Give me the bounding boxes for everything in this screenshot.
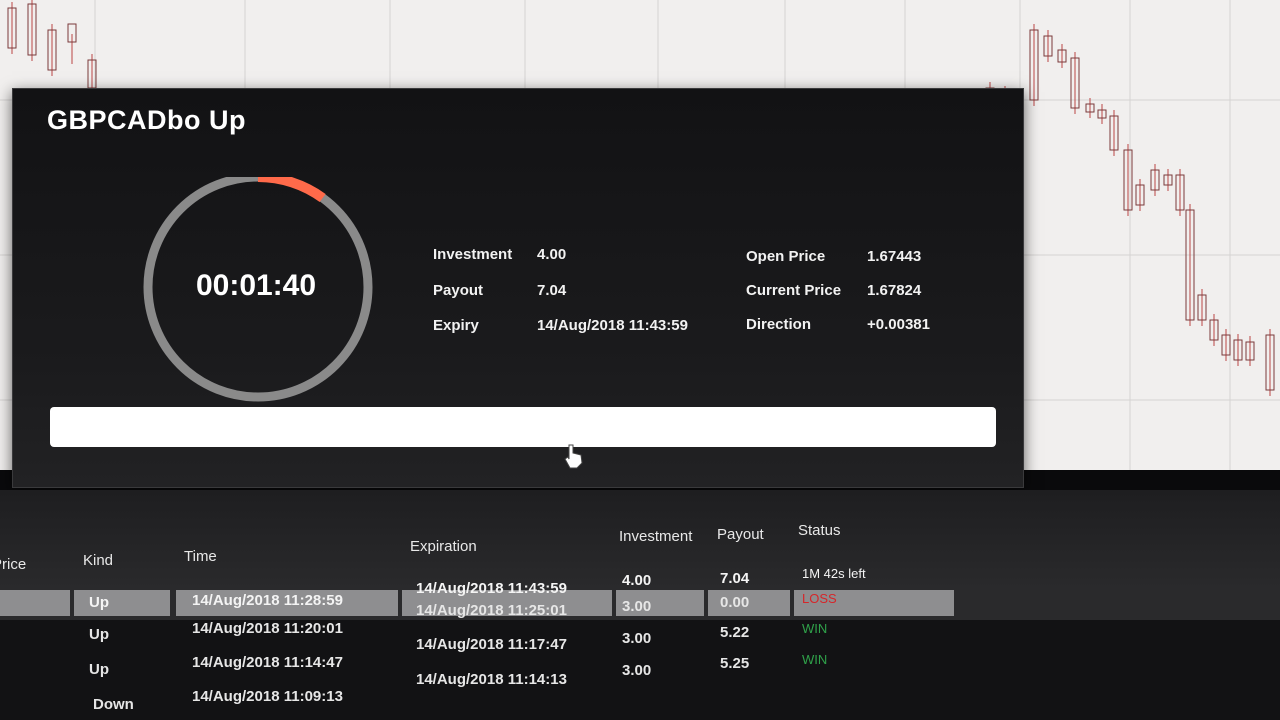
hand-cursor-icon xyxy=(564,444,583,469)
payout-value: 7.04 xyxy=(537,282,567,299)
countdown-timer: 00:01:40 xyxy=(195,269,317,302)
header-expiration[interactable]: Expiration xyxy=(410,538,477,555)
row-time: 14/Aug/2018 11:14:47 xyxy=(192,654,343,671)
investment-label: Investment xyxy=(433,246,513,263)
popup-title: GBPCADbo Up xyxy=(47,105,246,135)
row-status: WIN xyxy=(802,621,828,636)
trades-table: Price Kind Time Expiration Investment Pa… xyxy=(0,490,1280,720)
row-time: 14/Aug/2018 11:20:01 xyxy=(192,620,343,637)
row-expiration: 14/Aug/2018 11:17:47 xyxy=(416,636,567,653)
row-expiration: 14/Aug/2018 11:43:59 xyxy=(416,580,567,597)
header-price[interactable]: Price xyxy=(0,556,26,573)
direction-value: +0.00381 xyxy=(867,316,930,333)
popup-action-bar[interactable] xyxy=(50,407,996,447)
row-status: LOSS xyxy=(802,591,837,606)
row-investment: 3.00 xyxy=(622,598,652,615)
header-time[interactable]: Time xyxy=(184,548,217,565)
row-expiration: 14/Aug/2018 11:25:01 xyxy=(416,602,567,619)
row-expiration: 14/Aug/2018 11:14:13 xyxy=(416,671,567,688)
row-payout: 7.04 xyxy=(720,570,750,587)
row-kind: Up xyxy=(89,626,109,643)
investment-value: 4.00 xyxy=(537,246,567,263)
row-status: WIN xyxy=(802,652,828,667)
row-time: 14/Aug/2018 11:09:13 xyxy=(192,688,343,705)
row-kind: Down xyxy=(93,696,134,713)
open-price-label: Open Price xyxy=(746,248,826,265)
row-payout: 5.22 xyxy=(720,624,750,641)
row-payout: 5.25 xyxy=(720,655,750,672)
row-investment: 3.00 xyxy=(622,630,652,647)
row-investment: 4.00 xyxy=(622,572,652,589)
current-price-label: Current Price xyxy=(746,282,842,299)
trade-popup: GBPCADbo Up 00:01:40 Investment 4.00 Pay… xyxy=(12,88,1024,488)
payout-label: Payout xyxy=(433,282,484,299)
row-kind: Up xyxy=(89,661,109,678)
countdown-ring-progress xyxy=(257,177,326,203)
row-status: 1M 42s left xyxy=(802,566,866,581)
header-payout[interactable]: Payout xyxy=(717,526,764,543)
row-payout: 0.00 xyxy=(720,594,750,611)
row-kind: Up xyxy=(89,594,109,611)
price-cell xyxy=(0,590,70,616)
expiry-value: 14/Aug/2018 11:43:59 xyxy=(537,317,688,334)
header-investment[interactable]: Investment xyxy=(619,528,692,545)
expiry-label: Expiry xyxy=(433,317,479,334)
current-price-value: 1.67824 xyxy=(867,282,922,299)
header-kind[interactable]: Kind xyxy=(83,552,113,569)
open-price-value: 1.67443 xyxy=(867,248,922,265)
table-row[interactable]: Down 14/Aug/2018 11:09:13 14/Aug/2018 11… xyxy=(0,652,1280,716)
header-status[interactable]: Status xyxy=(798,522,841,539)
direction-label: Direction xyxy=(746,316,812,333)
row-time: 14/Aug/2018 11:28:59 xyxy=(192,592,343,609)
row-investment: 3.00 xyxy=(622,662,652,679)
